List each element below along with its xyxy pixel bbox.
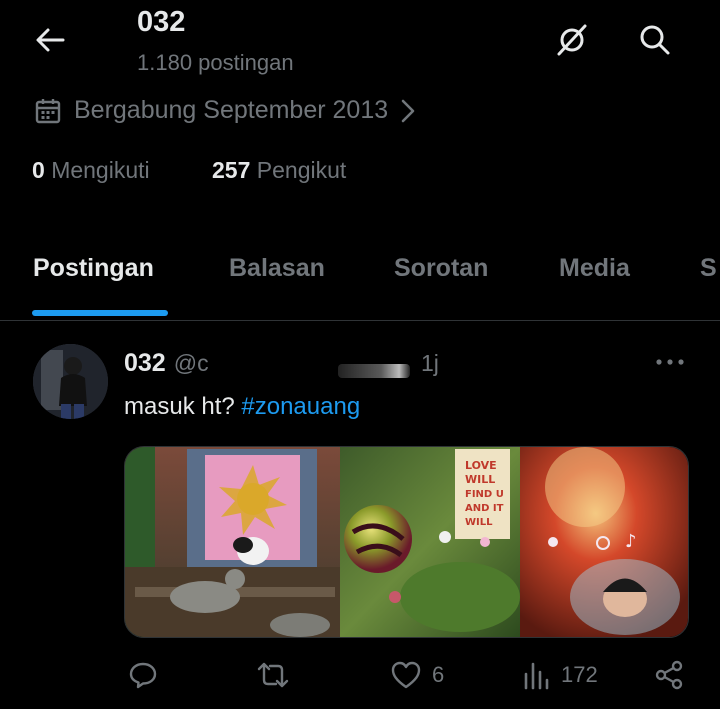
view-count: 172 — [561, 662, 598, 687]
like-button[interactable]: 6 — [390, 660, 444, 690]
more-icon — [656, 359, 684, 365]
active-tab-indicator — [32, 310, 168, 316]
reply-button[interactable] — [128, 660, 158, 690]
views-icon — [524, 662, 549, 690]
no-sync-icon — [557, 24, 587, 56]
share-icon — [655, 660, 683, 690]
avatar-figure — [33, 344, 108, 419]
post-media[interactable]: LOVE WILL FIND U AND IT WILL ♪ — [124, 446, 689, 638]
chevron-right-icon — [401, 99, 415, 122]
following-label: Mengikuti — [51, 157, 150, 183]
search-icon — [640, 25, 670, 55]
like-count: 6 — [432, 662, 445, 687]
avatar[interactable] — [33, 344, 108, 419]
following-stat[interactable]: 0 Mengikuti — [32, 157, 150, 184]
tabs-divider — [0, 320, 720, 321]
post-text: masuk ht? #zonauang — [124, 393, 360, 421]
post-more-button[interactable] — [650, 350, 690, 374]
back-button[interactable] — [28, 22, 72, 58]
tab-overflow[interactable]: S — [700, 254, 717, 283]
post-author-handle[interactable]: @c — [174, 350, 209, 377]
svg-text:♪: ♪ — [625, 531, 637, 552]
views-button[interactable]: 172 — [523, 660, 598, 690]
redaction-block — [232, 344, 330, 384]
post-author-name[interactable]: 032 — [124, 349, 166, 378]
svg-text:LOVE: LOVE — [465, 459, 497, 472]
svg-text:AND IT: AND IT — [465, 503, 504, 514]
joined-date: Bergabung September 2013 — [74, 96, 389, 124]
like-icon — [391, 661, 421, 689]
post-hashtag[interactable]: #zonauang — [241, 393, 360, 420]
svg-text:FIND U: FIND U — [465, 489, 504, 500]
search-button[interactable] — [635, 20, 675, 60]
tab-media[interactable]: Media — [559, 254, 630, 283]
svg-text:WILL: WILL — [465, 517, 493, 528]
share-button[interactable] — [654, 660, 684, 690]
followers-count: 257 — [212, 157, 251, 183]
calendar-icon — [35, 98, 61, 123]
post-count: 1.180 postingan — [137, 50, 294, 75]
post-header: 032 @c — [124, 349, 209, 378]
post-time[interactable]: 1j — [421, 350, 439, 377]
media-collage: LOVE WILL FIND U AND IT WILL ♪ — [125, 447, 688, 637]
tab-balasan[interactable]: Balasan — [229, 254, 325, 283]
joined-row[interactable]: Bergabung September 2013 — [34, 96, 416, 125]
page-title: 032 — [137, 6, 186, 38]
tab-postingan[interactable]: Postingan — [33, 254, 154, 283]
reply-icon — [129, 662, 157, 689]
repost-button[interactable] — [256, 660, 290, 690]
tab-sorotan[interactable]: Sorotan — [394, 254, 488, 283]
back-arrow-icon — [36, 28, 65, 52]
svg-text:WILL: WILL — [465, 473, 495, 486]
post-body: masuk ht? — [124, 393, 235, 420]
following-count: 0 — [32, 157, 45, 183]
redaction-smudge — [338, 364, 410, 378]
followers-stat[interactable]: 257 Pengikut — [212, 157, 346, 184]
repost-icon — [257, 662, 289, 688]
no-sync-button[interactable] — [552, 20, 592, 60]
followers-label: Pengikut — [256, 157, 347, 183]
